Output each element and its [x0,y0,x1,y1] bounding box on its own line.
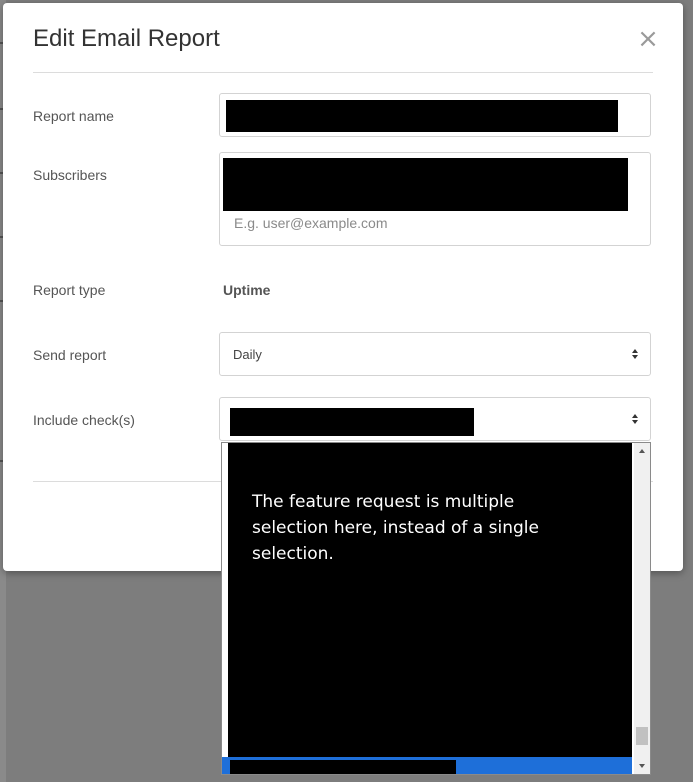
report-type-label: Report type [33,282,106,298]
scroll-down-icon[interactable] [639,764,645,768]
report-name-label: Report name [33,108,114,124]
select-arrows-icon [630,349,640,359]
scrollbar-thumb[interactable] [636,727,648,745]
dropdown-options-redacted[interactable]: The feature request is multiple selectio… [228,443,632,774]
include-checks-label: Include check(s) [33,412,135,428]
send-report-select[interactable]: Daily [219,332,651,376]
redacted-value [230,408,474,436]
subscribers-label: Subscribers [33,167,107,183]
annotation-note: The feature request is multiple selectio… [252,492,539,564]
modal-title: Edit Email Report [33,25,220,52]
header-divider [33,72,653,73]
close-icon[interactable]: × [637,26,659,52]
subscribers-placeholder: E.g. user@example.com [234,215,388,231]
report-type-value: Uptime [223,282,271,298]
send-report-value: Daily [233,347,262,362]
scroll-up-icon[interactable] [639,449,645,453]
dropdown-scrollbar[interactable] [634,443,650,774]
redacted-value [226,100,618,132]
redacted-subscriber-tags [223,158,628,211]
send-report-label: Send report [33,347,107,363]
include-checks-dropdown[interactable]: The feature request is multiple selectio… [221,442,651,775]
select-arrows-icon [630,414,640,424]
redacted-option [230,760,456,774]
include-checks-select[interactable] [219,397,651,441]
dropdown-selected-option[interactable] [222,757,632,774]
subscribers-input[interactable]: E.g. user@example.com [219,152,651,246]
report-name-input[interactable] [219,93,651,137]
